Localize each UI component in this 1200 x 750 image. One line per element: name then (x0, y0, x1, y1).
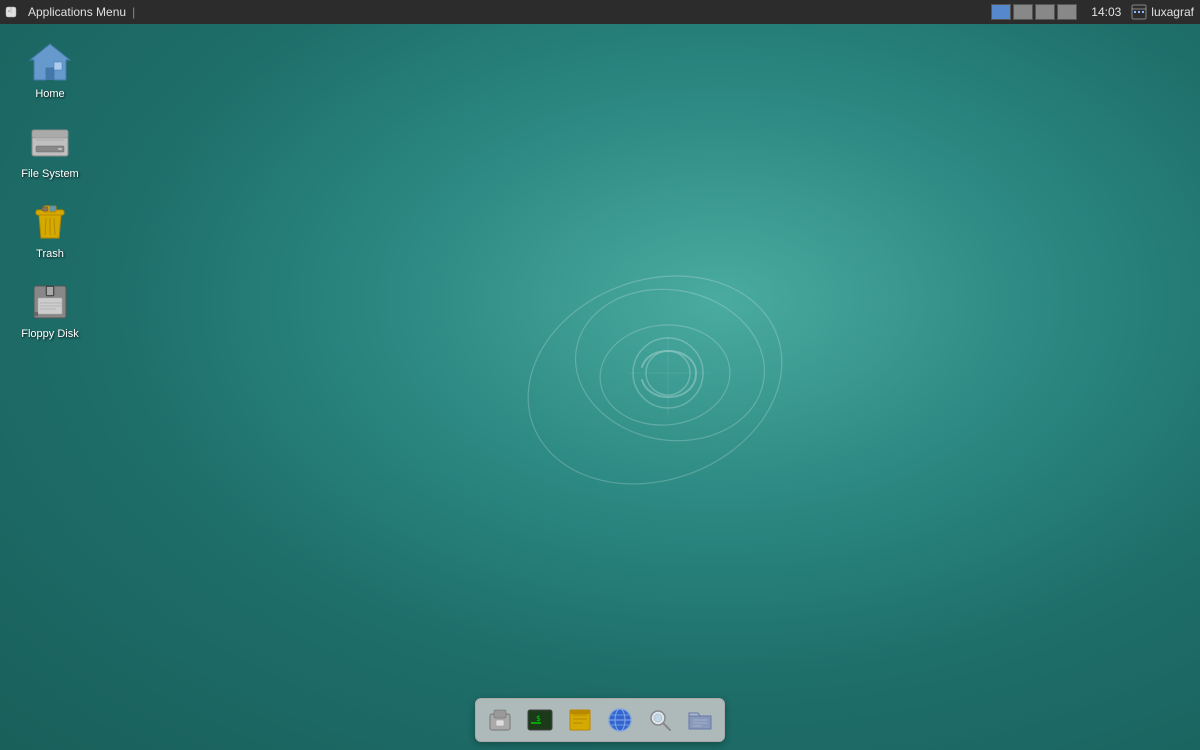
apps-menu-label: Applications Menu (28, 5, 126, 19)
taskbar-browser-button[interactable] (602, 702, 638, 738)
taskbar-removable-button[interactable] (482, 702, 518, 738)
desktop-icon-trash[interactable]: Trash (10, 194, 90, 264)
svg-text:_$: _$ (531, 714, 541, 723)
desktop-icon-filesystem[interactable]: File System (10, 114, 90, 184)
top-panel: Applications Menu | 14:03 luxagraf (0, 0, 1200, 24)
mouse-icon (4, 5, 18, 19)
filesystem-icon-label: File System (21, 168, 78, 180)
desktop: Applications Menu | 14:03 luxagraf (0, 0, 1200, 750)
trash-icon-label: Trash (36, 248, 64, 260)
workspace-1[interactable] (991, 4, 1011, 20)
workspace-2[interactable] (1013, 4, 1033, 20)
workspace-switcher (991, 4, 1077, 20)
debian-swirl (500, 215, 820, 535)
apps-menu-button[interactable]: Applications Menu | (22, 5, 141, 19)
panel-left: Applications Menu | (0, 5, 141, 19)
panel-username: luxagraf (1151, 5, 1194, 19)
floppy-icon-img (26, 278, 74, 326)
taskbar-notes-button[interactable] (562, 702, 598, 738)
filesystem-icon-img (26, 118, 74, 166)
taskbar-terminal-button[interactable]: _$ (522, 702, 558, 738)
desktop-icon-floppy[interactable]: Floppy Disk (10, 274, 90, 344)
desktop-icon-home[interactable]: Home (10, 34, 90, 104)
floppy-icon-label: Floppy Disk (21, 328, 78, 340)
desktop-icons: Home File System (10, 34, 90, 344)
apps-menu-separator: | (132, 5, 135, 19)
taskbar-search-button[interactable] (642, 702, 678, 738)
network-icon (1131, 4, 1147, 20)
trash-icon-img (26, 198, 74, 246)
home-icon-img (26, 38, 74, 86)
home-icon-label: Home (35, 88, 64, 100)
taskbar: _$ (475, 698, 725, 742)
workspace-4[interactable] (1057, 4, 1077, 20)
panel-right: 14:03 luxagraf (991, 4, 1200, 20)
taskbar-filemanager-button[interactable] (682, 702, 718, 738)
workspace-3[interactable] (1035, 4, 1055, 20)
panel-clock: 14:03 (1091, 5, 1121, 19)
